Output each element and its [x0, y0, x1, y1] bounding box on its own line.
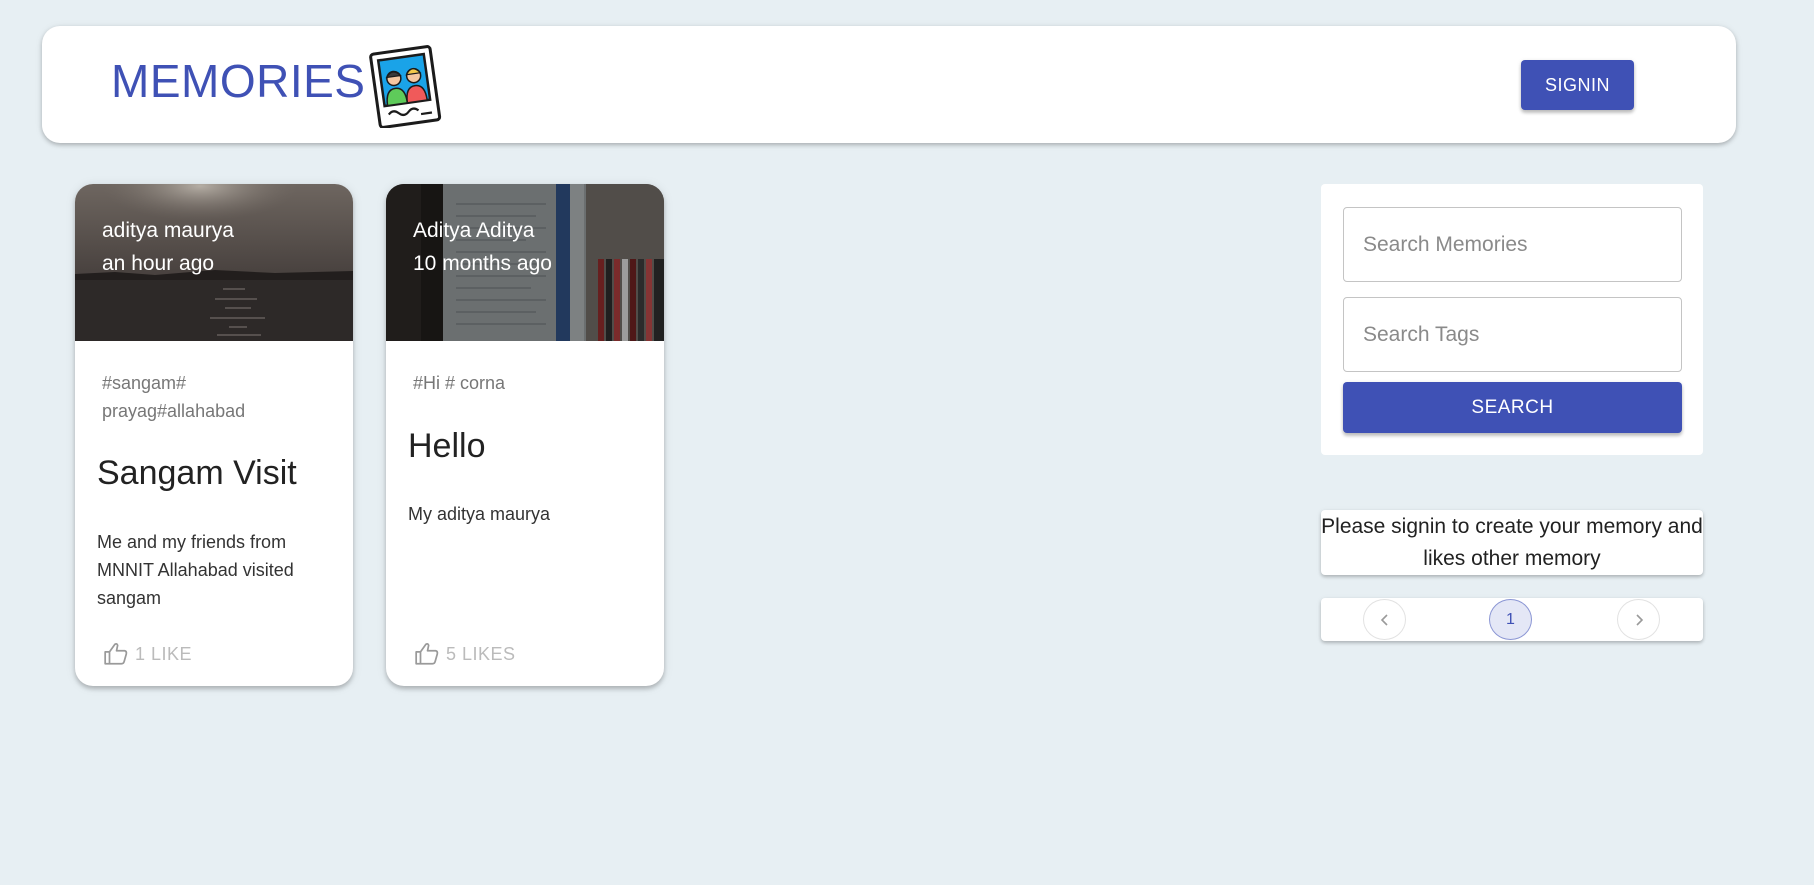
post-tags: #sangam# prayag#allahabad: [102, 373, 246, 421]
post-message: Me and my friends from MNNIT Allahabad v…: [97, 532, 294, 608]
search-memories-input[interactable]: [1343, 207, 1682, 282]
card-overlay: aditya maurya an hour ago: [102, 214, 234, 280]
post-message: My aditya maurya: [408, 504, 551, 524]
post-time: an hour ago: [102, 252, 215, 275]
search-tags-input[interactable]: [1343, 297, 1682, 372]
previous-page-button[interactable]: [1363, 599, 1406, 640]
chevron-left-icon: [1380, 613, 1388, 626]
card-overlay: Aditya Aditya 10 months ago: [413, 214, 552, 280]
post-title: Hello: [408, 427, 486, 465]
signin-button[interactable]: SIGNIN: [1521, 60, 1634, 110]
search-panel: SEARCH: [1321, 184, 1703, 455]
thumb-up-icon: [415, 643, 439, 665]
post-tags: #Hi # corna: [413, 373, 506, 393]
brand-title[interactable]: MEMORIES: [111, 58, 365, 104]
like-button[interactable]: 1 LIKE: [103, 641, 192, 667]
chevron-right-icon: [1635, 613, 1643, 626]
thumb-up-icon: [104, 643, 128, 665]
page-button-current[interactable]: 1: [1489, 599, 1532, 640]
app-bar: MEMORIES SIGNIN: [42, 26, 1736, 143]
signin-notice: Please signin to create your memory and …: [1321, 510, 1703, 575]
post-title: Sangam Visit: [97, 454, 297, 492]
pagination: 1: [1321, 598, 1703, 641]
post-time: 10 months ago: [413, 252, 552, 275]
like-count: 5 LIKES: [446, 643, 516, 664]
next-page-button[interactable]: [1617, 599, 1660, 640]
memory-card[interactable]: aditya maurya an hour ago #sangam# praya…: [75, 184, 353, 686]
search-button[interactable]: SEARCH: [1343, 382, 1682, 433]
memory-card[interactable]: Aditya Aditya 10 months ago #Hi # corna …: [386, 184, 664, 686]
like-button[interactable]: 5 LIKES: [414, 641, 516, 667]
post-author: Aditya Aditya: [413, 219, 535, 242]
like-count: 1 LIKE: [135, 643, 193, 664]
post-author: aditya maurya: [102, 219, 234, 242]
photo-frame-friends-icon: [365, 44, 445, 129]
